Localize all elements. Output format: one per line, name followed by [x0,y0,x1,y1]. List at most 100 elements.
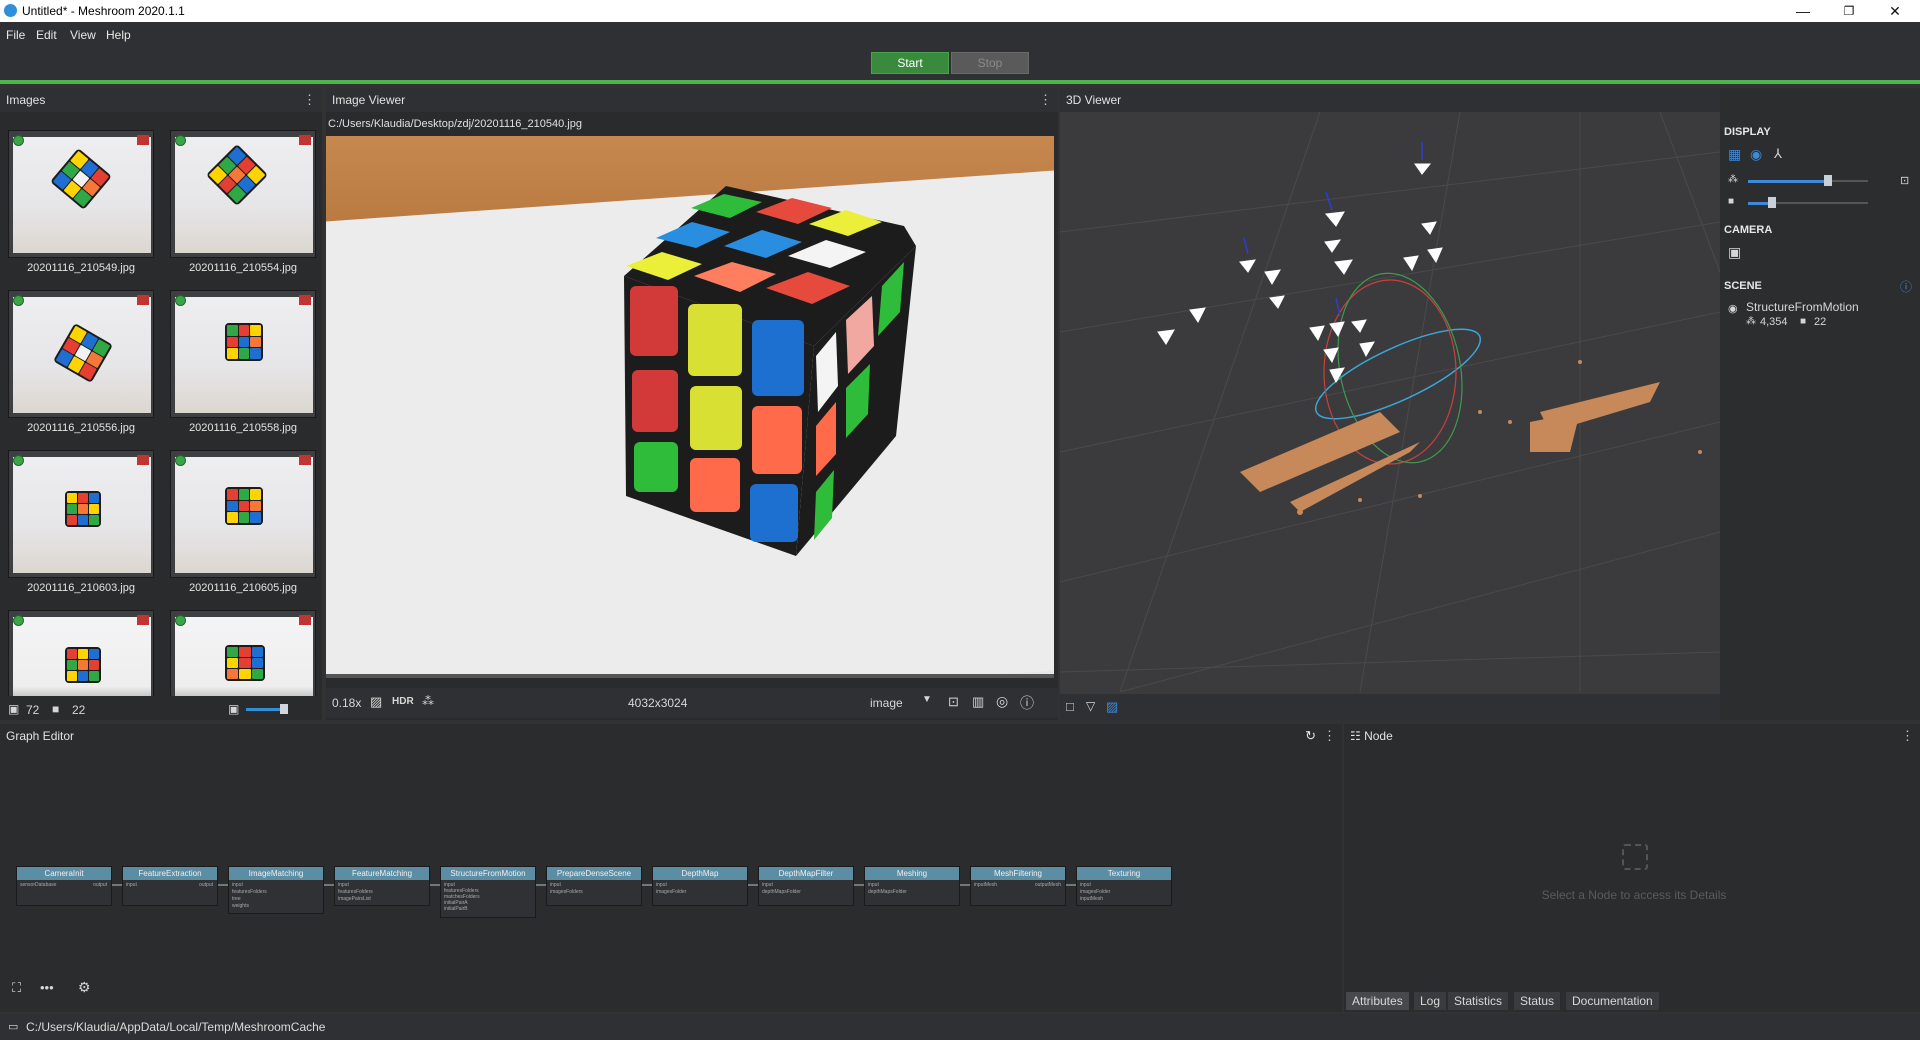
maximize-button[interactable]: ❐ [1826,0,1872,22]
feature-points-icon[interactable]: ⁂ [422,694,434,708]
stop-button[interactable]: Stop [951,52,1029,74]
rubiks-cube-image [624,186,916,556]
thumbnail-slider-handle[interactable] [280,704,288,714]
thumbnail-size-icon: ▣ [228,702,240,716]
target-icon[interactable]: ◉ [1750,146,1762,163]
image-thumbnail[interactable]: 20201116_210605.jpg [170,450,316,604]
close-button[interactable]: ✕ [1872,0,1918,22]
node-panel: ☷ Node ⋮ Select a Node to access its Det… [1344,724,1920,1012]
image-thumbnail[interactable]: 20201116_210549.jpg [8,130,154,284]
folder-icon[interactable]: ▭ [8,1020,18,1033]
camera-section-title: CAMERA [1724,224,1773,236]
settings-gear-icon[interactable]: ⚙ [78,979,91,996]
tab-attributes[interactable]: Attributes [1346,992,1409,1010]
menu-bar: File Edit View Help [0,22,1920,46]
chevron-down-icon[interactable]: ▼ [922,694,932,705]
node-header: ☷ Node ⋮ [1344,724,1920,748]
graph-node-featureextraction[interactable]: FeatureExtraction input output [122,866,218,906]
node-port: imagePairsList [338,896,371,902]
viewer-scrollbar[interactable] [326,674,1054,678]
3d-viewer-panel: 3D Viewer □ ▽ ▨ [1060,88,1720,720]
graph-node-depthmap[interactable]: DepthMap input imagesFolder [652,866,748,906]
minimize-button[interactable]: — [1780,0,1826,22]
camera-scale-track [1772,202,1868,204]
fit-icon[interactable]: ⊡ [948,694,959,710]
no-intrinsics-icon [299,295,311,305]
image-canvas[interactable] [326,136,1054,674]
menu-edit[interactable]: Edit [36,28,57,42]
tab-status[interactable]: Status [1514,992,1561,1010]
node-port: inputMesh [974,882,998,888]
status-ok-icon [175,615,186,626]
camera-icon[interactable]: ▣ [1728,244,1741,261]
cache-path[interactable]: C:/Users/Klaudia/AppData/Local/Temp/Mesh… [26,1020,325,1034]
images-menu-icon[interactable]: ⋮ [303,88,316,112]
visibility-eye-icon[interactable]: ◉ [1728,302,1738,315]
grid-toggle-icon[interactable]: ▨ [1106,699,1118,715]
tab-documentation[interactable]: Documentation [1566,992,1659,1010]
graph-node-meshing[interactable]: Meshing input depthMapsFolder [864,866,960,906]
node-port: depthMapsFolder [762,889,801,895]
graph-node-texturing[interactable]: Texturing input imagesFolder inputMesh [1076,866,1172,906]
points-size-handle[interactable] [1824,175,1832,186]
hdr-toggle[interactable]: HDR [392,696,414,707]
no-intrinsics-icon [137,455,149,465]
start-button[interactable]: Start [871,52,949,74]
points-size-slider[interactable] [1748,180,1828,183]
3d-scene[interactable] [1060,112,1720,692]
thumb-caption: 20201116_210603.jpg [27,582,135,594]
menu-file[interactable]: File [6,28,25,42]
menu-help[interactable]: Help [106,28,131,42]
node-menu-icon[interactable]: ⋮ [1901,724,1914,748]
graph-node-camerainit[interactable]: CameraInit sensorDatabase output [16,866,112,906]
node-title: FeatureMatching [335,867,429,880]
globe-icon[interactable]: ◎ [996,693,1008,710]
thumb-caption: 20201116_210558.jpg [189,422,297,434]
bounding-box-icon[interactable]: □ [1066,699,1074,714]
frustum-icon[interactable]: ▽ [1086,699,1095,713]
status-ok-icon [175,455,186,466]
view-mode-select[interactable]: image [870,696,903,710]
info-icon[interactable]: ⓘ [1020,693,1034,713]
window-title: Untitled* - Meshroom 2020.1.1 [22,4,185,18]
status-ok-icon [13,295,24,306]
image-thumbnail[interactable]: 20201116_210558.jpg [170,290,316,444]
graph-node-imagematching[interactable]: ImageMatching input featuresFolders tree wei… [228,866,324,914]
thumb-frame [170,610,316,696]
fit-graph-icon[interactable]: ⛶ [12,980,21,996]
images-footer: ▣ 72 ■ 22 ▣ [0,700,322,720]
graph-node-depthmapfilter[interactable]: DepthMapFilter input depthMapsFolder [758,866,854,906]
graph-node-meshfiltering[interactable]: MeshFiltering inputMesh outputMesh [970,866,1066,906]
node-title: CameraInit [17,867,111,880]
hatch-icon[interactable]: ▨ [370,694,382,710]
camera-scale-handle[interactable] [1768,197,1776,208]
thumb-frame [8,610,154,696]
grid-icon[interactable]: ▦ [1728,146,1741,163]
graph-node-preparedensescene[interactable]: PrepareDenseScene input imagesFolders [546,866,642,906]
cube-image [50,148,112,210]
node-port: depthMapsFolder [868,889,907,895]
tab-log[interactable]: Log [1414,992,1447,1010]
meshroom-logo-icon [4,4,17,17]
gizmo-icon[interactable]: ⅄ [1774,146,1782,162]
image-thumbnail[interactable] [8,610,154,696]
histogram-icon[interactable]: ▥ [972,694,984,710]
graph-node-featurematching[interactable]: FeatureMatching input featuresFolders image… [334,866,430,906]
graph-node-structurefrommotion[interactable]: StructureFromMotion input featuresFolders m… [440,866,536,918]
scene-item-name[interactable]: StructureFromMotion [1746,300,1859,314]
images-title: Images [6,93,46,107]
fit-view-icon[interactable]: ⊡ [1900,174,1909,187]
image-count-icon: ▣ [8,702,20,716]
node-port: input [550,882,561,888]
image-thumbnail[interactable] [170,610,316,696]
tab-statistics[interactable]: Statistics [1448,992,1509,1010]
image-thumbnail[interactable]: 20201116_210603.jpg [8,450,154,604]
more-icon[interactable]: ••• [40,980,54,995]
menu-view[interactable]: View [70,28,96,42]
viewer-menu-icon[interactable]: ⋮ [1039,88,1052,112]
info-icon[interactable]: ⓘ [1900,278,1912,295]
thumb-caption: 20201116_210556.jpg [27,422,135,434]
image-thumbnail[interactable]: 20201116_210554.jpg [170,130,316,284]
image-thumbnail[interactable]: 20201116_210556.jpg [8,290,154,444]
no-intrinsics-icon [299,135,311,145]
